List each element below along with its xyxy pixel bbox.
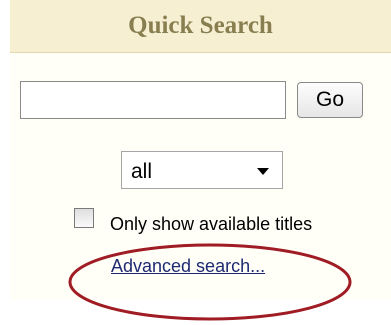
scope-selected-value: all (131, 160, 153, 183)
chevron-down-icon (257, 168, 269, 175)
scope-select[interactable]: all (121, 151, 283, 189)
available-titles-checkbox[interactable] (74, 208, 94, 228)
go-button[interactable]: Go (297, 82, 363, 118)
panel-title: Quick Search (128, 12, 273, 39)
search-input[interactable] (20, 81, 286, 119)
advanced-search-link[interactable]: Advanced search... (111, 256, 265, 277)
panel-header: Quick Search (10, 0, 391, 53)
available-titles-label: Only show available titles (110, 214, 313, 234)
quick-search-panel: Quick Search (10, 0, 391, 300)
